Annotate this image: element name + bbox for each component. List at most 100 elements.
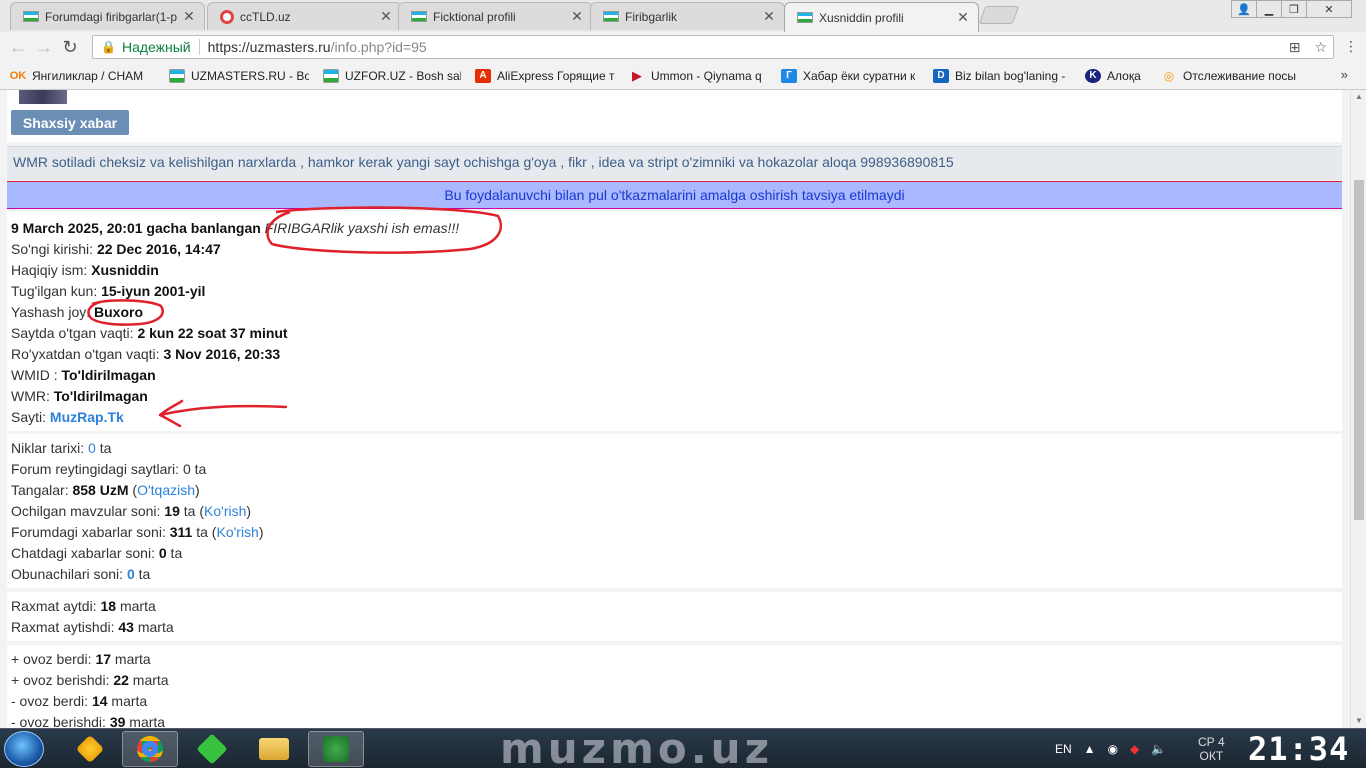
suffix: ta bbox=[95, 440, 112, 456]
star-icon[interactable]: ☆ bbox=[1314, 39, 1327, 56]
bookmark-item[interactable]: Г Хабар ёки суратни к bbox=[781, 68, 919, 83]
tab-xusniddin[interactable]: Xusniddin profili ✕ bbox=[784, 2, 979, 32]
thanks-gave-row: Raxmat aytdi: 18 marta bbox=[11, 596, 156, 617]
nick-history-link[interactable]: 0 bbox=[88, 440, 96, 456]
tab-title: Ficktional profili bbox=[433, 9, 516, 24]
tab-forumdagi[interactable]: Forumdagi firibgarlar(1-p ✕ bbox=[10, 2, 205, 30]
value: 0 ta bbox=[182, 461, 207, 477]
value: 14 bbox=[91, 693, 108, 709]
label: + ovoz berdi: bbox=[11, 651, 96, 667]
private-message-button[interactable]: Shaxsiy xabar bbox=[11, 110, 129, 135]
value: Xusniddin bbox=[91, 262, 159, 278]
last-login-row: So'ngi kirishi: 22 Dec 2016, 14:47 bbox=[11, 239, 221, 260]
tab-ficktional[interactable]: Ficktional profili ✕ bbox=[398, 2, 593, 30]
bookmark-label: Ummon - Qiynama q bbox=[651, 68, 762, 83]
bookmarks-more-icon[interactable]: » bbox=[1341, 67, 1348, 82]
odnoklassniki-icon: OK bbox=[9, 69, 27, 82]
windows-taskbar: muzmo.uz EN ▲ ◉ ◆ 🔈 СР 4 ОКТ 21:34 bbox=[0, 728, 1366, 768]
suffix: ta bbox=[134, 566, 151, 582]
bookmark-item[interactable]: ◎ Отслеживание посы bbox=[1161, 69, 1301, 83]
close-icon[interactable]: ✕ bbox=[182, 8, 196, 25]
value: To'ldirilmagan bbox=[53, 388, 148, 404]
bookmark-item[interactable]: OK Янгиликлар / CHAM bbox=[10, 69, 155, 83]
window-controls: 👤 ▁ ❐ ✕ bbox=[1231, 0, 1352, 18]
bookmark-item[interactable]: ▶ Ummon - Qiynama q bbox=[629, 68, 767, 83]
bookmarks-bar: OK Янгиликлар / CHAM UZMASTERS.RU - Bo U… bbox=[0, 62, 1366, 90]
taskbar-app-network[interactable] bbox=[184, 731, 240, 767]
volume-icon[interactable]: 🔈 bbox=[1151, 742, 1166, 756]
label: Tangalar: bbox=[11, 482, 73, 498]
forward-icon[interactable]: → bbox=[31, 34, 57, 60]
bookmark-label: Янгиликлар / CHAM bbox=[32, 68, 144, 83]
unit: marta bbox=[111, 651, 151, 667]
restore-icon[interactable]: ❐ bbox=[1281, 0, 1307, 18]
transfer-link[interactable]: O'tqazish bbox=[137, 482, 195, 498]
plus-got-row: + ovoz berishdi: 22 marta bbox=[11, 670, 169, 691]
show-hidden-icons-icon[interactable]: ▲ bbox=[1084, 742, 1096, 756]
folder-icon bbox=[259, 738, 289, 760]
label: Chatdagi xabarlar soni: bbox=[11, 545, 159, 561]
view-posts-link[interactable]: Ko'rish bbox=[216, 524, 258, 540]
back-icon[interactable]: ← bbox=[5, 34, 31, 60]
close-window-icon[interactable]: ✕ bbox=[1306, 0, 1352, 18]
minus-gave-row: - ovoz berdi: 14 marta bbox=[11, 691, 147, 712]
reload-icon[interactable]: ↻ bbox=[57, 34, 83, 60]
menu-icon[interactable]: ⋮ bbox=[1344, 38, 1358, 55]
close-icon[interactable]: ✕ bbox=[570, 8, 584, 25]
bookmark-item[interactable]: K Алоқа bbox=[1085, 68, 1147, 83]
close-icon[interactable]: ✕ bbox=[956, 9, 970, 26]
scroll-thumb[interactable] bbox=[1354, 180, 1364, 520]
clock-time[interactable]: 21:34 bbox=[1248, 731, 1349, 767]
bookmark-item[interactable]: UZMASTERS.RU - Bo bbox=[169, 68, 309, 83]
page-scrollbar[interactable]: ▲ ▼ bbox=[1350, 90, 1366, 728]
unit: marta bbox=[125, 714, 166, 728]
value: 2 kun 22 soat 37 minut bbox=[137, 325, 288, 341]
address-bar[interactable]: 🔒 Надежный https://uzmasters.ru/info.php… bbox=[92, 35, 1334, 59]
uz-flag-icon bbox=[603, 11, 619, 22]
network-status-icon[interactable]: ◉ bbox=[1108, 742, 1118, 756]
label: WMID : bbox=[11, 367, 62, 383]
bookmark-item[interactable]: UZFOR.UZ - Bosh sah bbox=[323, 68, 461, 83]
translate-icon[interactable]: ⊞ bbox=[1289, 39, 1301, 56]
registered-row: Ro'yxatdan o'tgan vaqti: 3 Nov 2016, 20:… bbox=[11, 344, 280, 365]
bookmark-label: UZMASTERS.RU - Bo bbox=[191, 68, 309, 83]
label: Obunachilari soni: bbox=[11, 566, 127, 582]
value: To'ldirilmagan bbox=[61, 367, 156, 383]
ban-row: 9 March 2025, 20:01 gacha banlangan FIRI… bbox=[11, 218, 459, 239]
bookmark-label: Отслеживание посы bbox=[1183, 68, 1297, 83]
tab-cctld[interactable]: ccTLD.uz ✕ bbox=[207, 2, 402, 30]
clock-date[interactable]: СР 4 ОКТ bbox=[1198, 735, 1225, 763]
bookmark-item[interactable]: A AliExpress Горящие т bbox=[475, 68, 615, 83]
tab-title: Xusniddin profili bbox=[819, 10, 904, 25]
nick-history-row: Niklar tarixi: 0 ta bbox=[11, 438, 111, 459]
close-icon[interactable]: ✕ bbox=[762, 8, 776, 25]
site-link[interactable]: MuzRap.Tk bbox=[50, 409, 124, 425]
taskbar-app-explorer[interactable] bbox=[246, 731, 302, 767]
view-topics-link[interactable]: Ko'rish bbox=[204, 503, 246, 519]
language-indicator[interactable]: EN bbox=[1055, 742, 1072, 756]
coins-row: Tangalar: 858 UzM (O'tqazish) bbox=[11, 482, 200, 498]
label: + ovoz berishdi: bbox=[11, 672, 114, 688]
tab-firibgarlik[interactable]: Firibgarlik ✕ bbox=[590, 2, 785, 30]
uz-flag-icon bbox=[411, 11, 427, 22]
scroll-down-icon[interactable]: ▼ bbox=[1351, 714, 1366, 728]
label: Tug'ilgan kun: bbox=[11, 283, 102, 299]
user-icon[interactable]: 👤 bbox=[1231, 0, 1257, 18]
antivirus-icon[interactable]: ◆ bbox=[1130, 742, 1139, 756]
new-tab-button[interactable] bbox=[978, 6, 1020, 24]
bookmark-label: Хабар ёки суратни к bbox=[803, 68, 916, 83]
taskbar-app-idm[interactable] bbox=[308, 731, 364, 767]
subscribers-link[interactable]: 0 bbox=[127, 566, 135, 582]
avatar bbox=[19, 90, 67, 104]
tab-title: Forumdagi firibgarlar(1-p bbox=[45, 9, 178, 24]
label: Sayti: bbox=[11, 409, 50, 425]
label: Niklar tarixi: bbox=[11, 440, 89, 456]
close-icon[interactable]: ✕ bbox=[379, 8, 393, 25]
scroll-up-icon[interactable]: ▲ bbox=[1351, 90, 1366, 104]
taskbar-app-chrome[interactable] bbox=[122, 731, 178, 767]
uz-flag-icon bbox=[169, 68, 185, 83]
bookmark-item[interactable]: D Biz bilan bog'laning - bbox=[933, 68, 1071, 83]
minimize-icon[interactable]: ▁ bbox=[1256, 0, 1282, 18]
taskbar-app-avast[interactable] bbox=[62, 731, 118, 767]
start-button[interactable] bbox=[4, 731, 44, 767]
